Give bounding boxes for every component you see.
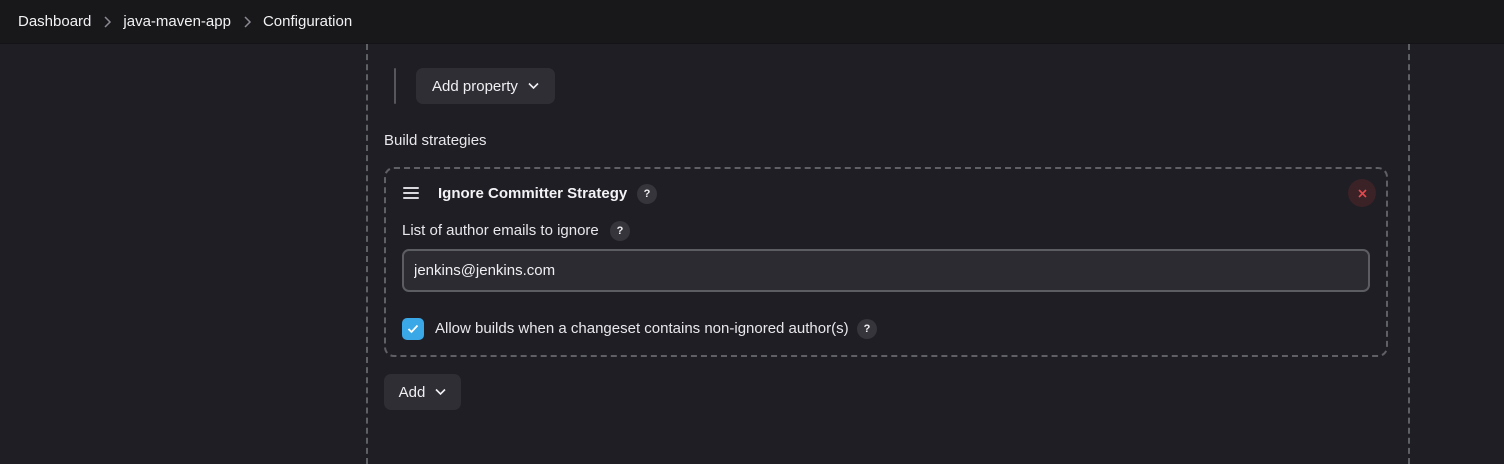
- strategy-help-icon[interactable]: ?: [637, 184, 657, 204]
- author-emails-input[interactable]: [402, 249, 1370, 292]
- properties-divider: [394, 68, 396, 104]
- strategy-title: Ignore Committer Strategy: [438, 185, 628, 202]
- add-property-label: Add property: [432, 77, 518, 95]
- breadcrumb-dashboard[interactable]: Dashboard: [18, 13, 91, 30]
- breadcrumb-java-maven-app[interactable]: java-maven-app: [123, 13, 231, 30]
- drag-handle-icon[interactable]: [403, 187, 419, 199]
- add-strategy-button[interactable]: Add: [384, 374, 461, 410]
- chevron-down-icon: [528, 82, 539, 90]
- author-emails-label: List of author emails to ignore: [402, 222, 599, 239]
- close-icon[interactable]: [1348, 179, 1376, 207]
- build-strategies-label: Build strategies: [384, 132, 487, 149]
- allow-builds-label[interactable]: Allow builds when a changeset contains n…: [435, 320, 849, 337]
- chevron-right-icon: [91, 14, 123, 30]
- chevron-right-icon: [231, 14, 263, 30]
- breadcrumb: Dashboard java-maven-app Configuration: [0, 0, 1504, 44]
- check-icon: [407, 324, 419, 334]
- allow-builds-help-icon[interactable]: ?: [857, 319, 877, 339]
- add-property-button[interactable]: Add property: [416, 68, 555, 104]
- add-strategy-label: Add: [398, 383, 426, 401]
- allow-builds-checkbox[interactable]: [402, 318, 424, 340]
- breadcrumb-configuration[interactable]: Configuration: [263, 13, 352, 30]
- author-emails-help-icon[interactable]: ?: [610, 221, 630, 241]
- chevron-down-icon: [435, 388, 446, 396]
